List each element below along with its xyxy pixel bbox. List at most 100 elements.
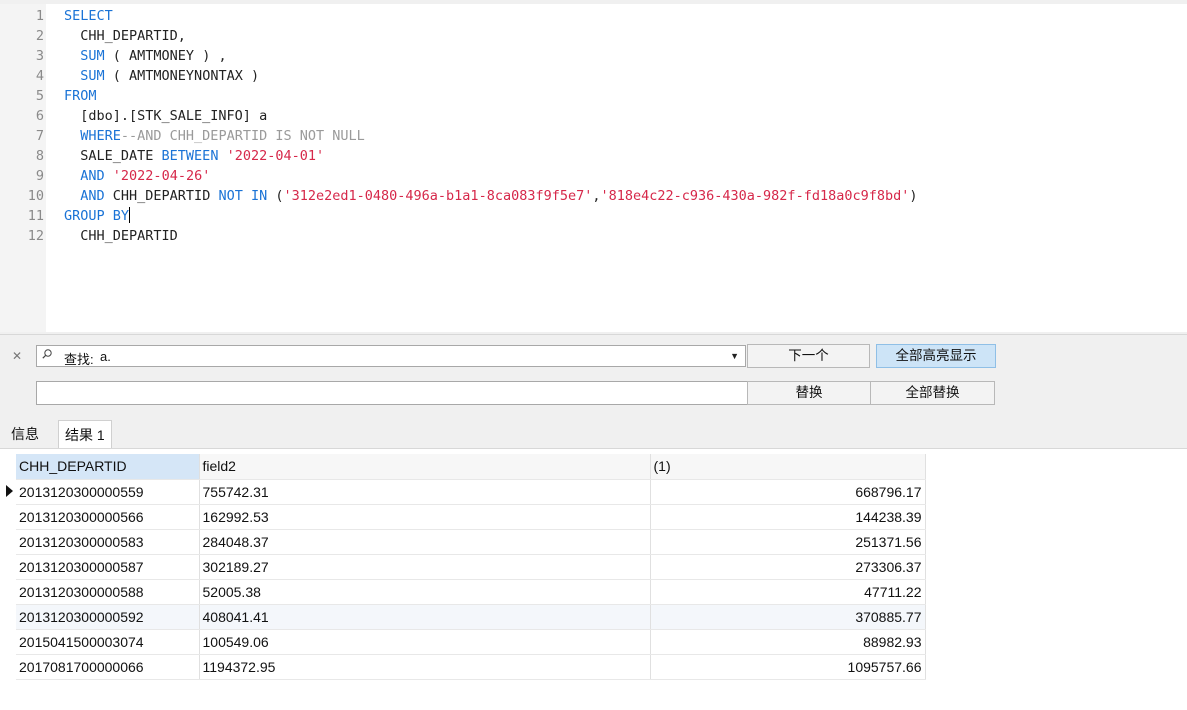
code-line[interactable]: [dbo].[STK_SALE_INFO] a (64, 106, 267, 126)
table-cell[interactable]: 2013120300000583 (16, 529, 200, 555)
table-cell[interactable]: 2013120300000588 (16, 579, 200, 605)
header-row: CHH_DEPARTID field2 (1) (16, 454, 926, 480)
replace-button[interactable]: 替换 (747, 381, 871, 405)
table-cell[interactable]: 52005.38 (199, 579, 651, 605)
column-header[interactable]: field2 (199, 454, 651, 480)
results-panel: CHH_DEPARTID field2 (1) 2013120300000559… (0, 449, 1187, 710)
replace-input[interactable] (36, 381, 748, 405)
sql-string: '818e4c22-c936-430a-982f-fd18a0c9f8bd' (600, 188, 910, 204)
code-line[interactable]: SELECT (64, 6, 113, 26)
table-row[interactable]: 2013120300000559 755742.31 668796.17 (16, 479, 926, 505)
table-cell[interactable]: 668796.17 (650, 479, 926, 505)
table-row[interactable]: 2015041500003074 100549.06 88982.93 (16, 629, 926, 655)
sql-keyword: BETWEEN (161, 148, 219, 164)
table-row[interactable]: 2013120300000566 162992.53 144238.39 (16, 504, 926, 530)
find-replace-bar: ✕ 查找: a. ▼ 下一个 全部高亮显示 替换 全部替换 (0, 334, 1187, 413)
sql-comment: --AND CHH_DEPARTID IS NOT NULL (120, 128, 365, 144)
sql-keyword: AND (80, 188, 105, 204)
find-next-button[interactable]: 下一个 (747, 344, 870, 368)
sql-keyword: WHERE (80, 128, 121, 144)
code-line[interactable]: CHH_DEPARTID, (64, 26, 186, 46)
current-row-indicator-icon (6, 485, 13, 497)
sql-string: '312e2ed1-0480-496a-b1a1-8ca083f9f5e7' (283, 188, 593, 204)
sql-keyword: NOT IN (218, 188, 268, 204)
table-row[interactable]: 2017081700000066 1194372.95 1095757.66 (16, 654, 926, 680)
code-line[interactable]: GROUP BY (64, 206, 131, 226)
table-cell[interactable]: 284048.37 (199, 529, 651, 555)
replace-all-button[interactable]: 全部替换 (870, 381, 995, 405)
table-cell[interactable]: 2013120300000592 (16, 604, 200, 630)
code-line[interactable]: SUM ( AMTMONEYNONTAX ) (64, 66, 259, 86)
table-cell[interactable]: 755742.31 (199, 479, 651, 505)
table-row[interactable]: 2013120300000588 52005.38 47711.22 (16, 579, 926, 605)
sql-text: CHH_DEPARTID, (64, 28, 186, 44)
highlight-all-button[interactable]: 全部高亮显示 (876, 344, 996, 368)
sql-keyword: SUM (80, 68, 105, 84)
table-cell[interactable]: 2013120300000566 (16, 504, 200, 530)
sql-text: SALE_DATE (64, 148, 162, 164)
code-line[interactable]: AND CHH_DEPARTID NOT IN ('312e2ed1-0480-… (64, 186, 918, 206)
column-header[interactable]: CHH_DEPARTID (16, 454, 200, 480)
table-cell[interactable]: 1095757.66 (650, 654, 926, 680)
line-number: 11 (27, 208, 44, 224)
line-number: 5 (35, 88, 44, 104)
sql-keyword: AND (80, 168, 105, 184)
table-cell[interactable]: 47711.22 (650, 579, 926, 605)
line-number-gutter: 1 2 3 4 5 6 7 8 9 10 11 12 (0, 4, 46, 332)
tab-result-1[interactable]: 结果 1 (58, 420, 112, 448)
text-caret (129, 207, 131, 223)
line-number: 7 (35, 128, 44, 144)
find-label: 查找: (64, 352, 94, 367)
table-row[interactable]: 2013120300000583 284048.37 251371.56 (16, 529, 926, 555)
sql-text: ( (267, 188, 284, 204)
sql-text: ( AMTMONEY ) , (104, 48, 227, 64)
line-number: 8 (35, 148, 44, 164)
chevron-down-icon[interactable]: ▼ (730, 351, 739, 361)
table-cell[interactable]: 251371.56 (650, 529, 926, 555)
table-cell[interactable]: 2017081700000066 (16, 654, 200, 680)
table-row[interactable]: 2013120300000592 408041.41 370885.77 (16, 604, 926, 630)
column-header[interactable]: (1) (650, 454, 926, 480)
find-value[interactable]: a. (100, 349, 111, 364)
table-cell[interactable]: 408041.41 (199, 604, 651, 630)
table-cell[interactable]: 88982.93 (650, 629, 926, 655)
table-cell[interactable]: 302189.27 (199, 554, 651, 580)
line-number: 9 (35, 168, 44, 184)
close-icon[interactable]: ✕ (12, 349, 22, 363)
code-line[interactable]: WHERE--AND CHH_DEPARTID IS NOT NULL (64, 126, 365, 146)
sql-text: ) (909, 188, 918, 204)
line-number: 10 (27, 188, 44, 204)
sql-text: CHH_DEPARTID (104, 188, 219, 204)
table-cell[interactable]: 2013120300000559 (16, 479, 200, 505)
sql-editor[interactable]: 1 2 3 4 5 6 7 8 9 10 11 12 SELECT CHH_DEPARTID, SUM… (0, 4, 1187, 332)
table-cell[interactable]: 2015041500003074 (16, 629, 200, 655)
line-number: 6 (35, 108, 44, 124)
code-line[interactable]: AND '2022-04-26' (64, 166, 210, 186)
sql-keyword: GROUP BY (64, 208, 130, 224)
line-number: 4 (35, 68, 44, 84)
sql-text: , (592, 188, 601, 204)
sql-text: ( AMTMONEYNONTAX ) (104, 68, 260, 84)
result-tabs: 信息 结果 1 (0, 414, 1187, 449)
table-cell[interactable]: 1194372.95 (199, 654, 651, 680)
line-number: 1 (35, 8, 44, 24)
code-line[interactable]: SUM ( AMTMONEY ) , (64, 46, 227, 66)
table-cell[interactable]: 100549.06 (199, 629, 651, 655)
table-cell[interactable]: 2013120300000587 (16, 554, 200, 580)
results-grid: CHH_DEPARTID field2 (1) 2013120300000559… (16, 454, 926, 680)
code-line[interactable]: SALE_DATE BETWEEN '2022-04-01' (64, 146, 324, 166)
code-line[interactable]: FROM (64, 86, 97, 106)
code-line[interactable]: CHH_DEPARTID (64, 226, 178, 246)
table-cell[interactable]: 273306.37 (650, 554, 926, 580)
table-cell[interactable]: 144238.39 (650, 504, 926, 530)
table-cell[interactable]: 370885.77 (650, 604, 926, 630)
tab-info[interactable]: 信息 (5, 420, 45, 448)
sql-text: CHH_DEPARTID (64, 228, 178, 244)
find-input[interactable]: 查找: a. ▼ (36, 345, 746, 367)
table-row[interactable]: 2013120300000587 302189.27 273306.37 (16, 554, 926, 580)
table-cell[interactable]: 162992.53 (199, 504, 651, 530)
